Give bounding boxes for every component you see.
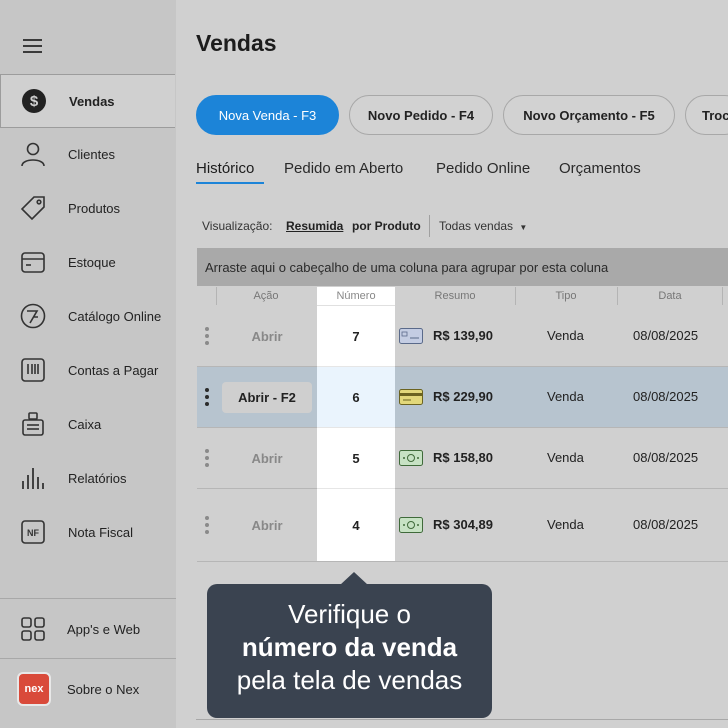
tooltip-line-1: Verifique o — [288, 599, 411, 629]
sidebar-item-clientes[interactable]: Clientes — [0, 128, 174, 180]
novo-pedido-button[interactable]: Novo Pedido - F4 — [349, 95, 493, 135]
resumo-value: R$ 139,90 — [433, 328, 493, 343]
hamburger-menu-icon[interactable] — [23, 39, 42, 53]
tipo-value: Venda — [547, 328, 584, 343]
novo-orcamento-button[interactable]: Novo Orçamento - F5 — [503, 95, 675, 135]
sidebar-item-label: Catálogo Online — [68, 308, 162, 324]
numero-value: 5 — [317, 428, 395, 489]
sidebar-item-label: Caixa — [68, 416, 102, 432]
sidebar-item-label: App's e Web — [67, 621, 141, 637]
sidebar-item-label: Produtos — [68, 200, 121, 216]
tooltip-line-3: pela tela de vendas — [236, 665, 463, 695]
row-menu-icon[interactable] — [204, 388, 210, 409]
column-header-tipo[interactable]: Tipo — [515, 287, 617, 305]
row-menu-icon[interactable] — [204, 449, 210, 470]
abrir-button[interactable]: Abrir — [222, 322, 312, 350]
tipo-value: Venda — [547, 517, 584, 532]
tooltip-line-2: número da venda — [241, 632, 458, 662]
row-menu-icon[interactable] — [204, 327, 210, 348]
sidebar-item-produtos[interactable]: Produtos — [0, 182, 174, 234]
tab-active-underline — [196, 182, 264, 184]
cash-icon — [399, 517, 423, 538]
card-icon — [399, 328, 423, 349]
dropdown-label: Todas vendas — [439, 219, 514, 233]
box-icon — [20, 249, 46, 275]
sidebar-item-apps-web[interactable]: App's e Web — [0, 603, 174, 655]
resumo-value: R$ 304,89 — [433, 517, 493, 532]
tooltip-callout: Verifique o número da venda pela tela de… — [207, 584, 492, 718]
sidebar-divider — [0, 598, 176, 599]
todas-vendas-dropdown[interactable]: Todas vendas ▼ — [439, 219, 527, 233]
tab-orcamentos[interactable]: Orçamentos — [559, 160, 641, 177]
data-value: 08/08/2025 — [633, 389, 699, 404]
nova-venda-button[interactable]: Nova Venda - F3 — [196, 95, 339, 135]
visualizacao-label: Visualização: — [202, 219, 273, 233]
sidebar-item-catalogo[interactable]: Catálogo Online — [0, 290, 174, 342]
sidebar-item-label: Contas a Pagar — [68, 362, 159, 378]
resumo-value: R$ 229,90 — [433, 389, 493, 404]
nf-icon: NF — [20, 519, 46, 545]
sidebar-item-label: Relatórios — [68, 470, 127, 486]
sidebar-divider — [0, 658, 176, 659]
tag-icon — [20, 195, 46, 221]
tab-pedido-online[interactable]: Pedido Online — [436, 160, 530, 177]
sidebar-item-contas-a-pagar[interactable]: Contas a Pagar — [0, 344, 174, 396]
dollar-icon: $ — [21, 88, 47, 114]
numero-value: 4 — [352, 517, 360, 533]
sidebar-item-label: Nota Fiscal — [68, 524, 134, 540]
nex-logo-text: nex — [24, 683, 44, 695]
catalog-icon — [20, 303, 46, 329]
sidebar-item-nota-fiscal[interactable]: NF Nota Fiscal — [0, 506, 174, 558]
tab-pedido-em-aberto[interactable]: Pedido em Aberto — [284, 160, 403, 177]
tipo-value: Venda — [547, 389, 584, 404]
sidebar-item-label: Estoque — [68, 254, 116, 270]
sidebar-item-vendas[interactable]: $ Vendas — [0, 74, 175, 128]
abrir-button[interactable]: Abrir — [222, 511, 312, 539]
sidebar-item-relatorios[interactable]: Relatórios — [0, 452, 174, 504]
cash-icon — [399, 450, 423, 471]
sidebar-item-label: Clientes — [68, 146, 115, 162]
resumo-value: R$ 158,80 — [433, 450, 493, 465]
numero-value: 6 — [317, 367, 395, 428]
svg-text:NF: NF — [27, 528, 39, 538]
visualizacao-resumida-option[interactable]: Resumida — [286, 219, 343, 233]
nex-logo: nex — [17, 672, 51, 706]
cash-register-icon — [20, 411, 46, 437]
visualizacao-separator — [429, 215, 430, 237]
svg-text:$: $ — [30, 93, 39, 110]
abrir-f2-button[interactable]: Abrir - F2 — [222, 382, 312, 413]
data-value: 08/08/2025 — [633, 328, 699, 343]
tab-historico[interactable]: Histórico — [196, 160, 254, 177]
sidebar-item-label: Sobre o Nex — [67, 681, 140, 697]
sidebar-item-label: Vendas — [69, 93, 115, 109]
column-header-numero[interactable]: Número — [317, 287, 395, 306]
numero-column-highlight: Número 7 6 5 4 — [317, 287, 395, 561]
bar-chart-icon — [20, 465, 46, 491]
row-menu-icon[interactable] — [204, 516, 210, 537]
column-divider — [722, 287, 723, 305]
sidebar-item-caixa[interactable]: Caixa — [0, 398, 174, 450]
column-header-resumo[interactable]: Resumo — [395, 287, 515, 305]
page-title: Vendas — [196, 30, 277, 56]
barcode-icon — [20, 357, 46, 383]
column-header-data[interactable]: Data — [617, 287, 723, 305]
visualizacao-por-produto-option[interactable]: por Produto — [352, 219, 421, 233]
data-value: 08/08/2025 — [633, 517, 699, 532]
grid-icon — [20, 616, 46, 642]
tipo-value: Venda — [547, 450, 584, 465]
troca-button[interactable]: Troc — [685, 95, 728, 135]
sidebar-item-estoque[interactable]: Estoque — [0, 236, 174, 288]
footer-divider — [196, 719, 728, 720]
data-value: 08/08/2025 — [633, 450, 699, 465]
caret-down-icon: ▼ — [519, 223, 528, 232]
user-icon — [20, 141, 46, 167]
group-by-drop-area[interactable]: Arraste aqui o cabeçalho de uma coluna p… — [197, 248, 728, 286]
column-header-acao[interactable]: Ação — [216, 287, 316, 305]
abrir-button[interactable]: Abrir — [222, 444, 312, 472]
credit-card-icon — [399, 389, 423, 410]
numero-value: 7 — [317, 306, 395, 367]
sidebar: $ Vendas Clientes Produtos Estoque Catál… — [0, 0, 176, 728]
